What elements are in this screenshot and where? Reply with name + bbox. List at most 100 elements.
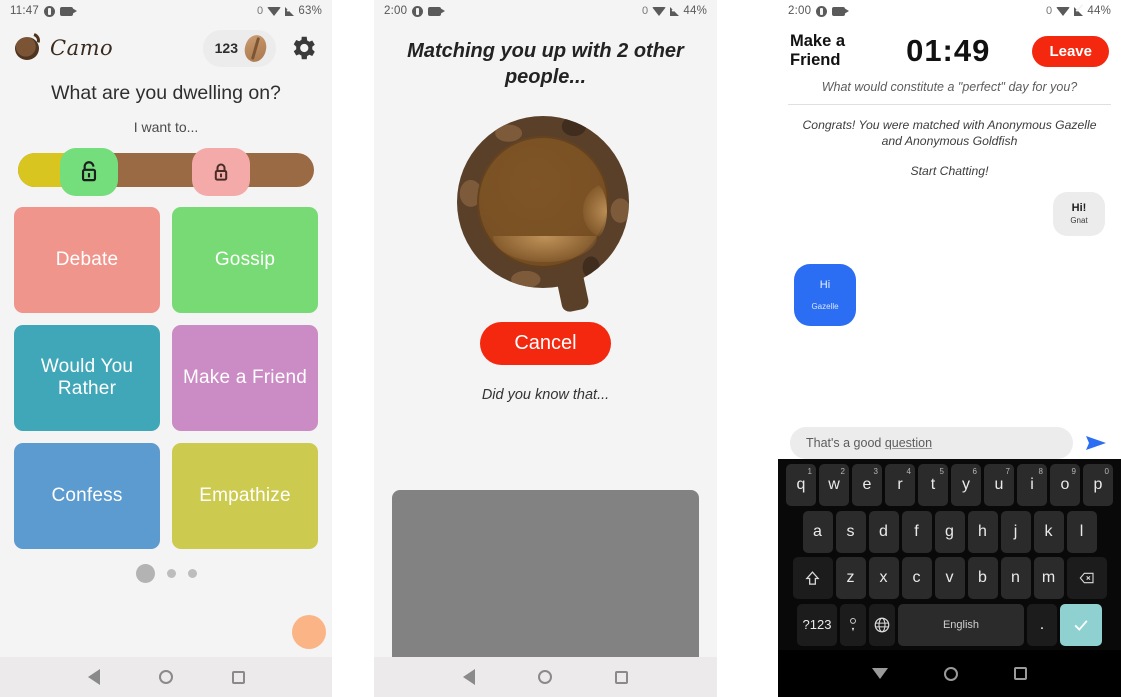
nav-hide-keyboard-icon[interactable] <box>872 668 888 679</box>
key-g[interactable]: g <box>934 510 965 553</box>
status-bar-left: 2:00 <box>384 5 446 17</box>
screen-record-icon <box>428 6 446 16</box>
slider-handle-left[interactable] <box>60 148 118 196</box>
page-dot-2[interactable] <box>166 568 176 578</box>
wifi-icon <box>267 6 282 16</box>
message-input[interactable]: That's a good question <box>790 427 1073 459</box>
key-language[interactable] <box>869 603 895 646</box>
floating-action-button[interactable] <box>292 615 326 649</box>
nav-back-icon[interactable] <box>463 669 476 685</box>
key-d[interactable]: d <box>868 510 899 553</box>
shift-icon <box>805 570 820 585</box>
key-j[interactable]: j <box>1000 510 1031 553</box>
globe-icon <box>874 617 890 633</box>
page-dot-3[interactable] <box>187 568 197 578</box>
intent-label: I want to... <box>133 119 199 135</box>
key-m[interactable]: m <box>1033 557 1064 600</box>
key-n[interactable]: n <box>1000 557 1031 600</box>
wifi-icon <box>652 6 667 16</box>
battery-label: 44% <box>683 5 707 17</box>
start-chatting-message: Start Chatting! <box>910 163 989 178</box>
coffee-cup-icon <box>456 116 635 314</box>
key-y[interactable]: 6y <box>951 464 981 506</box>
brand-name: Camo <box>50 36 114 60</box>
checkmark-icon <box>1074 620 1088 631</box>
tile-make-a-friend[interactable]: Make a Friend <box>172 325 318 431</box>
nav-back-icon[interactable] <box>87 669 100 685</box>
key-s[interactable]: s <box>835 510 866 553</box>
key-a[interactable]: a <box>802 510 833 553</box>
key-e[interactable]: 3e <box>852 464 882 506</box>
key-b[interactable]: b <box>967 557 998 600</box>
key-c[interactable]: c <box>901 557 932 600</box>
key-symbols[interactable]: ?123 <box>797 603 837 646</box>
key-backspace[interactable] <box>1066 557 1107 600</box>
mood-slider[interactable] <box>0 135 332 197</box>
key-r[interactable]: 4r <box>885 464 915 506</box>
category-grid: Debate Gossip Would You Rather Make a Fr… <box>0 197 332 549</box>
key-i[interactable]: 8i <box>1017 464 1047 506</box>
screen-record-icon <box>832 6 850 16</box>
nav-home-icon[interactable] <box>944 666 958 681</box>
key-t[interactable]: 5t <box>918 464 948 506</box>
key-enter[interactable] <box>1060 603 1102 646</box>
tile-confess[interactable]: Confess <box>14 443 160 549</box>
page-indicator <box>0 563 332 583</box>
screen-record-icon <box>59 6 77 16</box>
status-time: 11:47 <box>10 5 39 17</box>
status-time: 2:00 <box>384 5 408 17</box>
key-period[interactable]: . <box>1027 603 1057 646</box>
key-space[interactable]: English <box>898 603 1024 646</box>
key-number: 2 <box>840 467 845 476</box>
coffee-cup-logo-icon <box>14 32 44 62</box>
nav-home-icon[interactable] <box>158 670 173 684</box>
countdown-timer: 01:49 <box>906 33 991 68</box>
key-number: 4 <box>906 467 911 476</box>
key-h[interactable]: h <box>967 510 998 553</box>
seen-avatar-icon <box>1094 240 1103 251</box>
key-o[interactable]: 9o <box>1050 464 1080 506</box>
message-bubble-incoming[interactable]: Hi! Gnat <box>1053 191 1105 236</box>
key-label: o <box>1060 476 1070 493</box>
nav-home-icon[interactable] <box>537 670 552 684</box>
key-shift[interactable] <box>792 557 833 600</box>
key-q[interactable]: 1q <box>786 464 816 506</box>
gear-icon[interactable] <box>288 33 318 63</box>
emoji-comma-icon <box>850 617 856 632</box>
key-comma[interactable] <box>840 603 866 646</box>
key-w[interactable]: 2w <box>819 464 849 506</box>
key-f[interactable]: f <box>901 510 932 553</box>
status-time: 2:00 <box>788 5 812 17</box>
nav-recents-icon[interactable] <box>614 670 628 684</box>
tile-label: Confess <box>51 484 123 506</box>
page-dot-1[interactable] <box>135 563 155 583</box>
tile-empathize[interactable]: Empathize <box>172 443 318 549</box>
conversation-prompt: What would constitute a "perfect" day fo… <box>821 80 1078 94</box>
dnd-icon: 0 <box>1046 4 1053 17</box>
wifi-icon <box>1056 6 1071 16</box>
key-x[interactable]: x <box>868 557 899 600</box>
key-p[interactable]: 0p <box>1083 464 1113 506</box>
tile-gossip[interactable]: Gossip <box>172 207 318 313</box>
nav-recents-icon[interactable] <box>231 670 245 684</box>
nav-recents-icon[interactable] <box>1014 667 1027 680</box>
tile-would-you-rather[interactable]: Would You Rather <box>14 325 160 431</box>
key-label: t <box>930 476 936 493</box>
key-v[interactable]: v <box>934 557 965 600</box>
tile-debate[interactable]: Debate <box>14 207 160 313</box>
key-l[interactable]: l <box>1066 510 1097 553</box>
signal-icon <box>1074 6 1084 16</box>
cancel-button[interactable]: Cancel <box>480 322 611 365</box>
phone-screen-home: 11:47 0 63% Camo 123 What are you dwelli… <box>0 0 332 697</box>
slider-handle-right[interactable] <box>192 148 250 196</box>
key-k[interactable]: k <box>1033 510 1064 553</box>
bean-balance-chip[interactable]: 123 <box>202 29 276 67</box>
message-bubble-outgoing[interactable]: Hi Gazelle <box>794 263 856 326</box>
leave-button[interactable]: Leave <box>1032 35 1109 67</box>
key-label: i <box>1030 476 1034 493</box>
signal-icon <box>670 6 680 16</box>
key-z[interactable]: z <box>835 557 866 600</box>
key-label: u <box>994 476 1004 493</box>
key-u[interactable]: 7u <box>984 464 1014 506</box>
send-icon[interactable] <box>1083 433 1109 453</box>
